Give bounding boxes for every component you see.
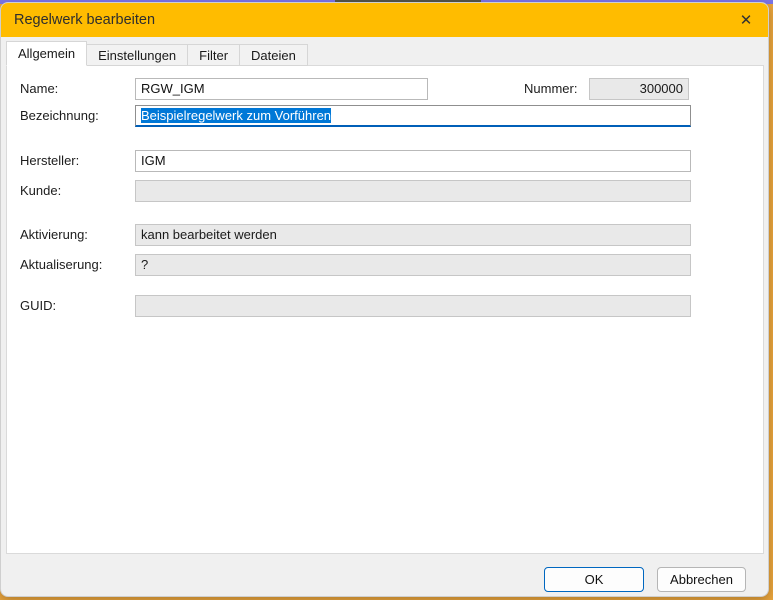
hersteller-label: Hersteller: [20,153,80,168]
name-label: Name: [20,81,59,96]
tab-allgemein[interactable]: Allgemein [6,41,88,66]
aktivierung-field: kann bearbeitet werden [135,224,691,246]
tabstrip: Allgemein Einstellungen Filter Dateien [6,41,308,66]
kunde-label: Kunde: [20,183,62,198]
aktivierung-label: Aktivierung: [20,227,88,242]
guid-label: GUID: [20,298,57,313]
tab-einstellungen[interactable]: Einstellungen [86,44,189,66]
name-field[interactable]: RGW_IGM [135,78,428,100]
tab-page-allgemein: Name: RGW_IGM Nummer: 300000 Bezeichnung… [6,65,764,554]
aktualiserung-field: ? [135,254,691,276]
selected-text: Beispielregelwerk zum Vorführen [141,108,332,123]
kunde-field [135,180,691,202]
guid-field [135,295,691,317]
bezeichnung-field[interactable]: Beispielregelwerk zum Vorführen [135,105,691,127]
aktualiserung-label: Aktualiserung: [20,257,103,272]
hersteller-field[interactable]: IGM [135,150,691,172]
nummer-field: 300000 [589,78,689,100]
tab-dateien[interactable]: Dateien [239,44,308,66]
tab-filter[interactable]: Filter [187,44,241,66]
nummer-label: Nummer: [524,81,578,96]
dialog-regelwerk-bearbeiten: Regelwerk bearbeiten ✕ Allgemein Einstel… [0,2,769,597]
bezeichnung-label: Bezeichnung: [20,108,99,123]
dialog-title: Regelwerk bearbeiten [14,12,156,28]
close-icon[interactable]: ✕ [730,5,762,35]
titlebar: Regelwerk bearbeiten ✕ [1,3,768,37]
ok-button[interactable]: OK [544,567,644,592]
cancel-button[interactable]: Abbrechen [657,567,746,592]
